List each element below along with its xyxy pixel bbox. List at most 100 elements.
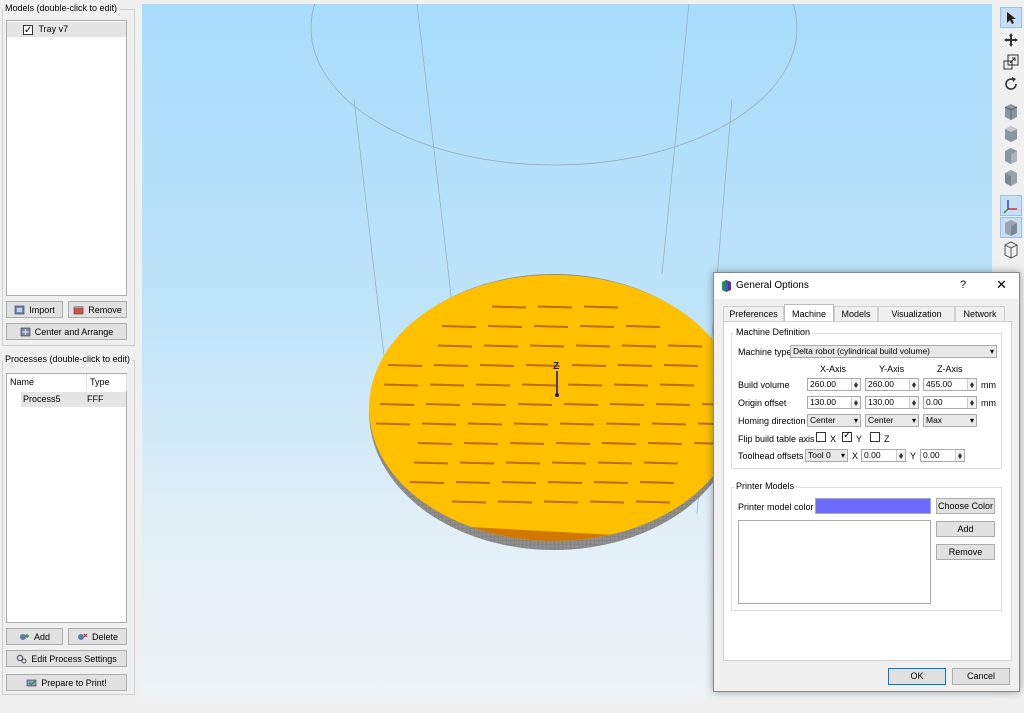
build-volume-y-value: 260.00 — [868, 379, 894, 389]
add-printer-model-button[interactable]: Add — [936, 521, 995, 537]
homing-z-select[interactable]: Max — [923, 414, 977, 427]
homing-y-select[interactable]: Center — [865, 414, 919, 427]
import-icon — [14, 305, 25, 314]
prepare-to-print-button[interactable]: Prepare to Print! — [6, 674, 127, 691]
ok-button[interactable]: OK — [888, 668, 946, 685]
spin-arrows-icon[interactable] — [851, 379, 860, 390]
models-group-title: Models (double-click to edit) — [3, 3, 120, 13]
processes-list[interactable]: Name Type Process5 FFF — [6, 373, 127, 623]
tray-slot — [559, 422, 595, 426]
select-tool-button[interactable] — [1000, 7, 1022, 28]
tray-slot — [651, 422, 687, 426]
flip-z-checkbox[interactable] — [870, 432, 880, 442]
tab-machine[interactable]: Machine — [784, 304, 834, 322]
origin-offset-x-input[interactable]: 130.00 — [807, 396, 861, 409]
view-iso-button[interactable] — [1000, 167, 1022, 188]
origin-offset-z-input[interactable]: 0.00 — [923, 396, 977, 409]
tray-slot — [501, 481, 537, 484]
models-list[interactable]: Tray v7 — [6, 20, 127, 296]
spin-arrows-icon[interactable] — [955, 450, 964, 461]
help-button[interactable]: ? — [960, 279, 966, 291]
tab-visualization[interactable]: Visualization — [878, 306, 955, 322]
view-side-cube-icon — [1005, 147, 1017, 164]
build-volume-z-value: 455.00 — [926, 379, 952, 389]
tray-slot — [467, 422, 503, 426]
close-icon[interactable]: ✕ — [996, 277, 1007, 293]
homing-x-select[interactable]: Center — [807, 414, 861, 427]
printer-models-list[interactable] — [738, 520, 931, 604]
tray-slot — [517, 403, 553, 406]
flip-x-checkbox[interactable] — [816, 432, 826, 442]
build-volume-edge — [416, 4, 453, 305]
tray-slot — [413, 461, 449, 465]
build-volume-z-input[interactable]: 455.00 — [923, 378, 977, 391]
general-options-dialog[interactable]: General Options ? ✕ Preferences Machine … — [713, 272, 1020, 692]
choose-color-button[interactable]: Choose Color — [936, 498, 995, 514]
tab-models[interactable]: Models — [834, 306, 878, 322]
spin-arrows-icon[interactable] — [909, 379, 918, 390]
view-front-button[interactable] — [1000, 101, 1022, 122]
machine-type-label: Machine type — [738, 347, 792, 357]
tray-slot — [667, 344, 703, 348]
tray-slot — [589, 500, 625, 504]
center-arrange-button[interactable]: Center and Arrange — [6, 323, 127, 340]
build-volume-x-input[interactable]: 260.00 — [807, 378, 861, 391]
tray-slot — [583, 305, 619, 309]
import-button[interactable]: Import — [6, 301, 63, 318]
prepare-print-icon — [26, 679, 37, 686]
z-axis-label: Z — [553, 361, 559, 372]
toolhead-y-input[interactable]: 0.00 — [920, 449, 965, 462]
rotate-tool-button[interactable] — [1000, 73, 1022, 94]
column-header-type[interactable]: Type — [87, 374, 127, 391]
column-header-name[interactable]: Name — [7, 374, 87, 391]
tray-slot — [571, 364, 607, 367]
toolhead-x-input[interactable]: 0.00 — [861, 449, 906, 462]
flip-axis-label: Flip build table axis — [738, 434, 815, 444]
show-axes-button[interactable] — [1000, 195, 1022, 216]
dialog-titlebar[interactable]: General Options ? ✕ — [714, 273, 1019, 299]
spin-arrows-icon[interactable] — [909, 397, 918, 408]
build-volume-y-input[interactable]: 260.00 — [865, 378, 919, 391]
tray-slot — [547, 481, 583, 484]
remove-printer-model-button[interactable]: Remove — [936, 544, 995, 560]
tray-slot — [605, 422, 641, 426]
cancel-button[interactable]: Cancel — [952, 668, 1010, 685]
model-name: Tray v7 — [38, 24, 69, 34]
status-bar — [0, 698, 1024, 713]
tray-slot — [575, 344, 611, 348]
origin-offset-x-value: 130.00 — [810, 397, 836, 407]
view-top-button[interactable] — [1000, 123, 1022, 144]
solid-view-button[interactable] — [1000, 217, 1022, 238]
table-row[interactable]: Process5 FFF — [21, 392, 126, 407]
flip-y-checkbox[interactable] — [842, 430, 852, 442]
spin-arrows-icon[interactable] — [896, 450, 905, 461]
remove-button[interactable]: Remove — [68, 301, 127, 318]
delete-process-button[interactable]: Delete — [68, 628, 127, 645]
spin-arrows-icon[interactable] — [851, 397, 860, 408]
tray-slot — [567, 383, 603, 387]
spin-arrows-icon[interactable] — [967, 379, 976, 390]
move-tool-button[interactable] — [1000, 29, 1022, 50]
edit-process-settings-button[interactable]: Edit Process Settings — [6, 650, 127, 667]
machine-definition-title: Machine Definition — [734, 327, 813, 337]
origin-offset-unit: mm — [981, 398, 996, 408]
scale-tool-button[interactable] — [1000, 51, 1022, 72]
edit-process-label: Edit Process Settings — [31, 653, 117, 664]
tray-slot — [647, 442, 683, 445]
tray-slot — [387, 364, 423, 367]
machine-type-select[interactable]: Delta robot (cylindrical build volume) — [790, 345, 997, 358]
model-visible-checkbox[interactable] — [23, 23, 33, 38]
view-side-button[interactable] — [1000, 145, 1022, 166]
wireframe-cube-icon — [1004, 240, 1018, 259]
origin-offset-y-input[interactable]: 130.00 — [865, 396, 919, 409]
tool-select[interactable]: Tool 0 — [805, 449, 848, 462]
tab-network[interactable]: Network — [955, 306, 1005, 322]
list-item[interactable]: Tray v7 — [7, 22, 126, 38]
toolhead-x-value: 0.00 — [864, 450, 881, 460]
tab-preferences[interactable]: Preferences — [723, 306, 784, 322]
wireframe-view-button[interactable] — [1000, 239, 1022, 260]
tray-slot — [617, 364, 653, 367]
spin-arrows-icon[interactable] — [967, 397, 976, 408]
add-process-button[interactable]: Add — [6, 628, 63, 645]
rotate-icon — [1005, 76, 1017, 90]
